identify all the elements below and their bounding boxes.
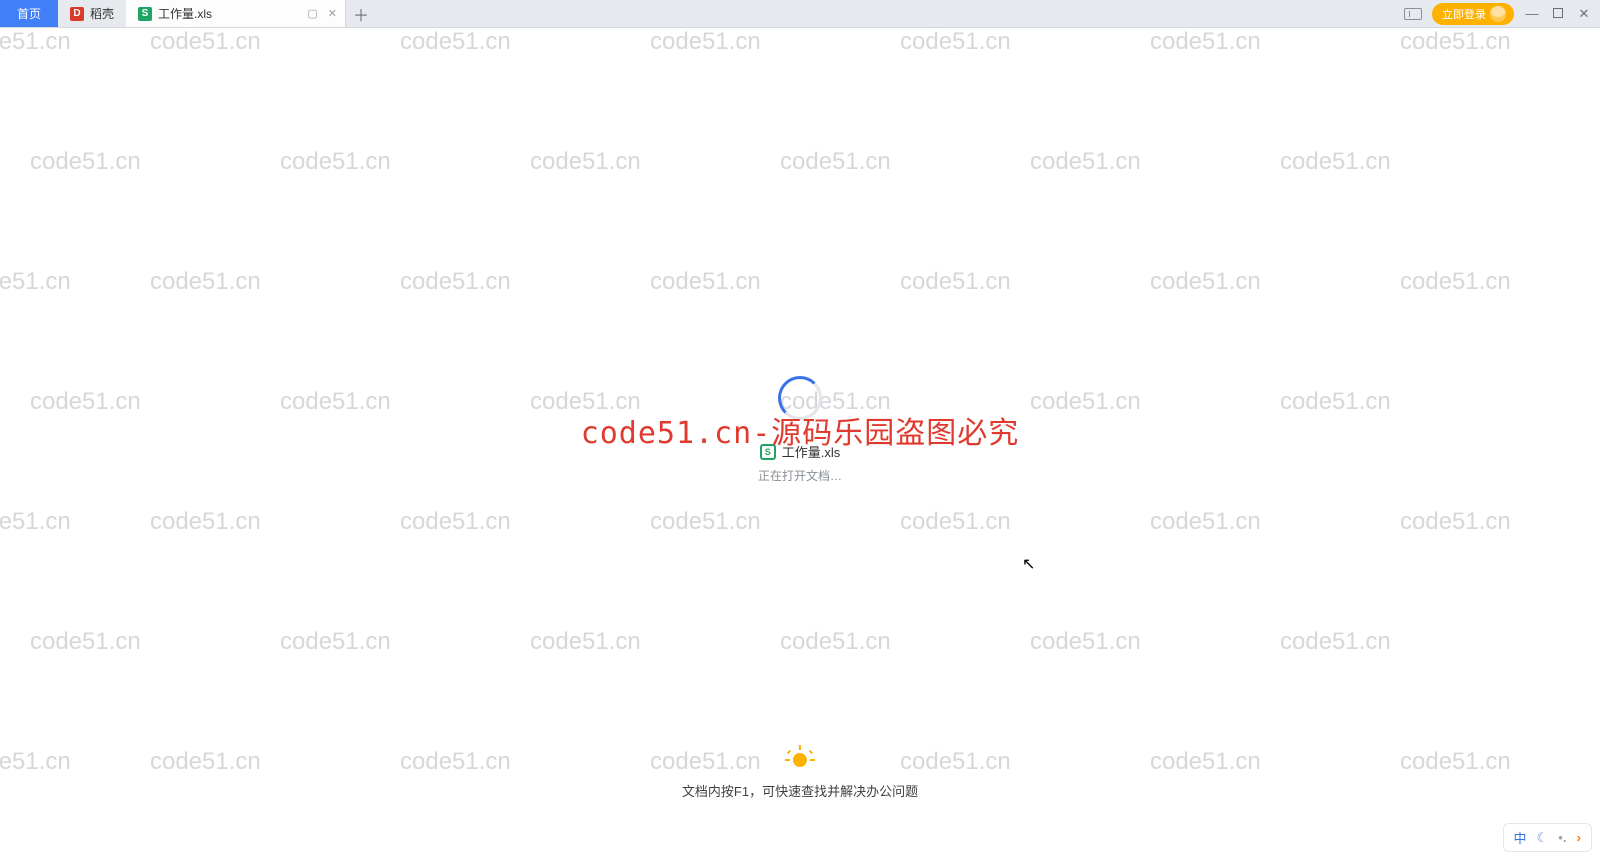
tab-file[interactable]: S 工作量.xls ▢ ✕	[126, 0, 346, 27]
tab-detach-icon[interactable]: ▢	[307, 7, 317, 20]
watermark-text: code51.cn	[400, 28, 511, 56]
watermark-text: code51.cn	[530, 628, 641, 656]
watermark-text: code51.cn	[1280, 628, 1391, 656]
loading-file-line: S 工作量.xls	[650, 442, 950, 461]
watermark-text: code51.cn	[150, 28, 261, 56]
window-maximize-icon[interactable]	[1550, 6, 1566, 21]
loading-file-name: 工作量.xls	[782, 442, 841, 461]
tab-docer-label: 稻壳	[90, 5, 114, 22]
lightbulb-icon	[789, 749, 811, 771]
watermark-text: code51.cn	[280, 388, 391, 416]
tab-file-label: 工作量.xls	[158, 5, 212, 22]
tip-text: 文档内按F1，可快速查找并解决办公问题	[682, 781, 918, 800]
moon-icon[interactable]: ☾	[1537, 830, 1549, 846]
watermark-text: code51.cn	[1280, 148, 1391, 176]
tip-panel: 文档内按F1，可快速查找并解决办公问题	[682, 749, 918, 800]
watermark-text: code51.cn	[780, 148, 891, 176]
chevron-right-icon[interactable]: ›	[1577, 830, 1581, 845]
watermark-text: code51.cn	[650, 508, 761, 536]
watermark-text: code51.cn	[400, 268, 511, 296]
watermark-text: code51.cn	[150, 508, 261, 536]
ime-punct-icon[interactable]: •ꓸ	[1558, 830, 1566, 846]
watermark-text: code51.cn	[1150, 508, 1261, 536]
ime-bar[interactable]: 中 ☾ •ꓸ ›	[1503, 823, 1592, 852]
watermark-text: code51.cn	[1030, 148, 1141, 176]
watermark-text: code51.cn	[1400, 508, 1511, 536]
watermark-text: code51.cn	[150, 268, 261, 296]
watermark-text: code51.cn	[1150, 268, 1261, 296]
titlebar-right: 立即登录 — ✕	[1396, 0, 1600, 27]
watermark-text: code51.cn	[0, 268, 71, 296]
loading-status: 正在打开文档…	[650, 467, 950, 484]
ime-lang[interactable]: 中	[1514, 828, 1527, 847]
watermark-text: code51.cn	[1400, 268, 1511, 296]
new-tab-button[interactable]: ＋	[346, 0, 376, 27]
login-button[interactable]: 立即登录	[1432, 3, 1514, 25]
window-minimize-icon[interactable]: —	[1524, 6, 1540, 21]
watermark-text: code51.cn	[30, 388, 141, 416]
watermark-text: code51.cn	[1400, 28, 1511, 56]
watermark-text: code51.cn	[280, 148, 391, 176]
tab-file-actions: ▢ ✕	[307, 7, 337, 20]
watermark-text: code51.cn	[150, 748, 261, 776]
docer-icon: D	[70, 7, 84, 21]
watermark-text: code51.cn	[650, 28, 761, 56]
spreadsheet-icon: S	[760, 444, 776, 460]
window-close-icon[interactable]: ✕	[1576, 6, 1592, 22]
watermark-text: code51.cn	[1150, 748, 1261, 776]
login-label: 立即登录	[1442, 6, 1486, 22]
tab-close-icon[interactable]: ✕	[328, 7, 337, 20]
watermark-text: code51.cn	[400, 508, 511, 536]
watermark-text: code51.cn	[1030, 628, 1141, 656]
watermark-text: code51.cn	[0, 508, 71, 536]
watermark-text: code51.cn	[280, 628, 391, 656]
layout-icon[interactable]	[1404, 8, 1422, 20]
watermark-text: code51.cn	[900, 508, 1011, 536]
watermark-text: code51.cn	[530, 148, 641, 176]
watermark-text: code51.cn	[900, 268, 1011, 296]
watermark-text: code51.cn	[780, 628, 891, 656]
watermark-text: code51.cn	[30, 628, 141, 656]
watermark-text: code51.cn	[0, 748, 71, 776]
watermark-text: code51.cn	[30, 148, 141, 176]
spreadsheet-icon: S	[138, 7, 152, 21]
watermark-text: code51.cn	[900, 28, 1011, 56]
watermark-text: code51.cn	[1280, 388, 1391, 416]
watermark-text: code51.cn	[650, 268, 761, 296]
watermark-text: code51.cn	[0, 28, 71, 56]
titlebar: 首页 D 稻壳 S 工作量.xls ▢ ✕ ＋ 立即登录 — ✕	[0, 0, 1600, 28]
watermark-text: code51.cn	[530, 388, 641, 416]
loading-panel: S 工作量.xls 正在打开文档…	[650, 376, 950, 484]
tab-home[interactable]: 首页	[0, 0, 58, 27]
tab-home-label: 首页	[17, 5, 41, 22]
watermark-text: code51.cn	[1030, 388, 1141, 416]
watermark-text: code51.cn	[1150, 28, 1261, 56]
tab-docer[interactable]: D 稻壳	[58, 0, 126, 27]
spinner-icon	[778, 376, 822, 420]
cursor-icon: ↖	[1022, 554, 1035, 574]
watermark-text: code51.cn	[400, 748, 511, 776]
avatar-icon	[1490, 6, 1506, 22]
watermark-text: code51.cn	[1400, 748, 1511, 776]
